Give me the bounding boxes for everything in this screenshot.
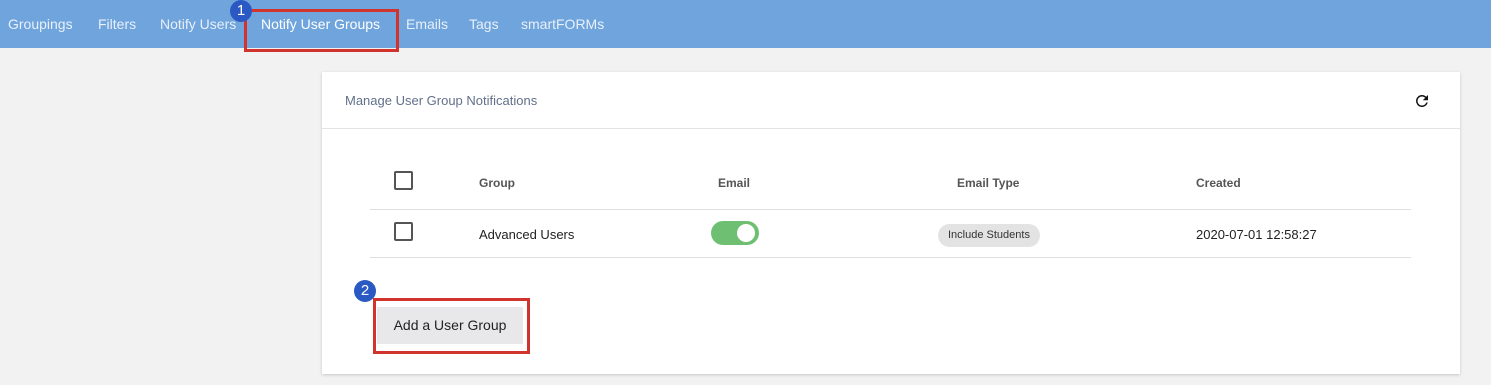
nav-tab-groupings[interactable]: Groupings — [8, 16, 73, 32]
nav-tab-tags[interactable]: Tags — [469, 16, 499, 32]
row-select-checkbox[interactable] — [394, 222, 413, 241]
callout-badge-1: 1 — [230, 0, 252, 22]
card-header: Manage User Group Notifications — [322, 72, 1460, 129]
email-type-badge: Include Students — [938, 224, 1040, 247]
column-header-email-type[interactable]: Email Type — [957, 176, 1019, 190]
callout-badge-2: 2 — [354, 280, 376, 302]
nav-tab-smartforms[interactable]: smartFORMs — [521, 16, 604, 32]
top-navigation: Groupings Filters Notify Users Notify Us… — [0, 0, 1491, 48]
callout-highlight-add-user-group — [373, 298, 530, 354]
column-header-email[interactable]: Email — [718, 176, 750, 190]
header-divider — [370, 209, 1411, 210]
group-name-cell: Advanced Users — [479, 227, 575, 242]
column-header-created[interactable]: Created — [1196, 176, 1241, 190]
created-date-cell: 2020-07-01 12:58:27 — [1196, 227, 1317, 242]
select-all-checkbox[interactable] — [394, 171, 413, 190]
callout-highlight-notify-user-groups — [244, 9, 399, 52]
column-header-group[interactable]: Group — [479, 176, 515, 190]
nav-tab-notify-users[interactable]: Notify Users — [160, 16, 236, 32]
card-title: Manage User Group Notifications — [345, 93, 538, 108]
row-divider — [370, 257, 1411, 258]
toggle-knob — [737, 224, 755, 242]
refresh-icon[interactable] — [1413, 92, 1431, 110]
email-toggle[interactable] — [711, 221, 759, 245]
nav-tab-filters[interactable]: Filters — [98, 16, 136, 32]
nav-tab-emails[interactable]: Emails — [406, 16, 448, 32]
